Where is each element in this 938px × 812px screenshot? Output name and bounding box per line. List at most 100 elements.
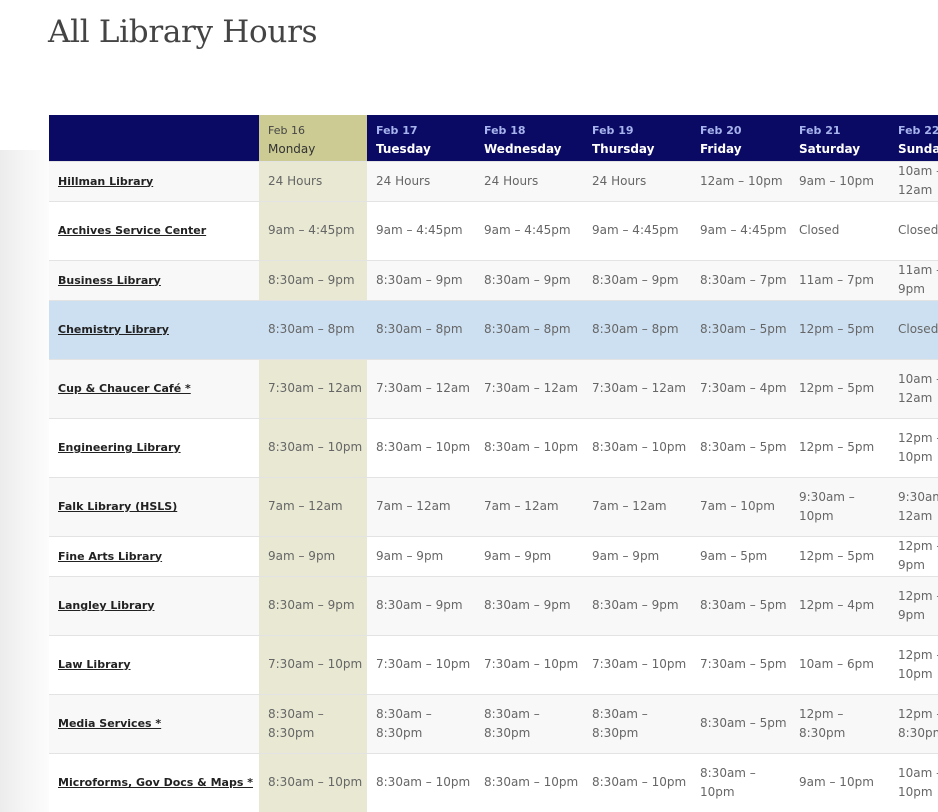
hours-cell: 8:30am – 5pm: [691, 693, 790, 753]
hours-cell: 7:30am – 12am: [259, 358, 367, 418]
hours-cell: 24 Hours: [475, 160, 583, 201]
table-row: Cup & Chaucer Café * 7:30am – 12am 7:30a…: [49, 358, 938, 418]
hours-cell: Closed: [790, 200, 889, 260]
hours-cell: 7am – 12am: [583, 476, 691, 536]
hours-cell: 8:30am – 8pm: [583, 299, 691, 359]
library-link[interactable]: Microforms, Gov Docs & Maps *: [58, 776, 253, 789]
hours-cell: 9:30am – 12am: [889, 476, 938, 536]
hours-cell: 24 Hours: [259, 160, 367, 201]
hours-cell: 8:30am – 10pm: [259, 752, 367, 812]
library-name-cell: Archives Service Center: [49, 200, 259, 260]
header-col-3: Feb 19 Thursday: [583, 115, 691, 161]
header-col-5: Feb 21 Saturday: [790, 115, 889, 161]
library-link[interactable]: Langley Library: [58, 599, 154, 612]
hours-cell: 9am – 9pm: [583, 535, 691, 576]
header-date: Feb 18: [484, 124, 526, 137]
library-name-cell: Engineering Library: [49, 417, 259, 477]
library-link[interactable]: Hillman Library: [58, 175, 153, 188]
hours-cell: 8:30am – 10pm: [583, 417, 691, 477]
hours-cell: 9am – 4:45pm: [583, 200, 691, 260]
hours-cell: 12pm – 9pm: [889, 575, 938, 635]
hours-cell: 9am – 9pm: [367, 535, 475, 576]
library-link[interactable]: Chemistry Library: [58, 323, 169, 336]
hours-cell: 8:30am – 8:30pm: [259, 693, 367, 753]
hours-cell: 7:30am – 10pm: [583, 634, 691, 694]
hours-cell: 8:30am – 8pm: [475, 299, 583, 359]
hours-cell: 8:30am – 10pm: [475, 417, 583, 477]
library-link[interactable]: Business Library: [58, 274, 161, 287]
hours-cell: 12am – 10pm: [691, 160, 790, 201]
hours-cell: 8:30am – 9pm: [367, 259, 475, 300]
library-link[interactable]: Media Services *: [58, 717, 161, 730]
table-row-highlighted: Chemistry Library 8:30am – 8pm 8:30am – …: [49, 299, 938, 359]
header-day: Thursday: [592, 142, 655, 156]
hours-cell: 11am – 9pm: [889, 259, 938, 300]
hours-cell: Closed: [889, 200, 938, 260]
library-hours-table: Feb 16 Monday Feb 17 Tuesday Feb 18 Wednesd…: [49, 115, 938, 812]
header-day: Monday: [268, 142, 316, 156]
hours-cell: 7am – 10pm: [691, 476, 790, 536]
library-name-cell: Hillman Library: [49, 160, 259, 201]
table-row: Media Services * 8:30am – 8:30pm 8:30am …: [49, 693, 938, 753]
hours-cell: 12pm – 8:30pm: [889, 693, 938, 753]
library-name-cell: Microforms, Gov Docs & Maps *: [49, 752, 259, 812]
hours-cell: 12pm – 5pm: [790, 535, 889, 576]
hours-cell: 10am – 10pm: [889, 752, 938, 812]
hours-cell: 8:30am – 8pm: [367, 299, 475, 359]
hours-cell: 12pm – 10pm: [889, 634, 938, 694]
header-date: Feb 17: [376, 124, 418, 137]
header-row: Feb 16 Monday Feb 17 Tuesday Feb 18 Wednesd…: [49, 115, 938, 161]
header-col-6: Feb 22 Sunday: [889, 115, 938, 161]
library-name-cell: Law Library: [49, 634, 259, 694]
page-title: All Library Hours: [48, 14, 318, 50]
hours-cell: 7:30am – 12am: [583, 358, 691, 418]
header-library-column: [49, 115, 259, 161]
hours-cell: 7:30am – 12am: [475, 358, 583, 418]
hours-cell: 8:30am – 9pm: [367, 575, 475, 635]
hours-cell: 12pm – 10pm: [889, 417, 938, 477]
header-day: Sunday: [898, 142, 938, 156]
hours-table-container: Feb 16 Monday Feb 17 Tuesday Feb 18 Wednesd…: [49, 115, 938, 812]
library-name-cell: Falk Library (HSLS): [49, 476, 259, 536]
hours-cell: 8:30am – 10pm: [367, 752, 475, 812]
table-row: Fine Arts Library 9am – 9pm 9am – 9pm 9a…: [49, 535, 938, 576]
hours-cell: 8:30am – 5pm: [691, 417, 790, 477]
hours-cell: 9:30am – 10pm: [790, 476, 889, 536]
hours-cell: 8:30am – 10pm: [367, 417, 475, 477]
hours-cell: 8:30am – 9pm: [475, 575, 583, 635]
hours-cell: 9am – 4:45pm: [259, 200, 367, 260]
hours-cell: 10am – 12am: [889, 160, 938, 201]
table-row: Engineering Library 8:30am – 10pm 8:30am…: [49, 417, 938, 477]
hours-cell: 12pm – 5pm: [790, 417, 889, 477]
header-day: Saturday: [799, 142, 861, 156]
hours-cell: 8:30am – 8:30pm: [367, 693, 475, 753]
library-link[interactable]: Archives Service Center: [58, 224, 206, 237]
hours-cell: 8:30am – 7pm: [691, 259, 790, 300]
hours-cell: 8:30am – 5pm: [691, 575, 790, 635]
header-day: Tuesday: [376, 142, 431, 156]
library-link[interactable]: Cup & Chaucer Café *: [58, 382, 191, 395]
header-col-4: Feb 20 Friday: [691, 115, 790, 161]
table-row: Langley Library 8:30am – 9pm 8:30am – 9p…: [49, 575, 938, 635]
library-link[interactable]: Law Library: [58, 658, 131, 671]
hours-cell: 7:30am – 10pm: [259, 634, 367, 694]
library-name-cell: Chemistry Library: [49, 299, 259, 359]
library-link[interactable]: Falk Library (HSLS): [58, 500, 177, 513]
hours-cell: 9am – 9pm: [259, 535, 367, 576]
hours-cell: 8:30am – 8:30pm: [583, 693, 691, 753]
library-link[interactable]: Engineering Library: [58, 441, 181, 454]
header-date: Feb 16: [268, 124, 305, 137]
table-row: Law Library 7:30am – 10pm 7:30am – 10pm …: [49, 634, 938, 694]
hours-cell: 8:30am – 5pm: [691, 299, 790, 359]
hours-cell: 7:30am – 5pm: [691, 634, 790, 694]
library-link[interactable]: Fine Arts Library: [58, 550, 162, 563]
hours-cell: 9am – 9pm: [475, 535, 583, 576]
hours-cell: 8:30am – 10pm: [583, 752, 691, 812]
hours-cell: 9am – 10pm: [790, 752, 889, 812]
hours-cell: 9am – 4:45pm: [475, 200, 583, 260]
header-day: Wednesday: [484, 142, 562, 156]
hours-cell: 12pm – 8:30pm: [790, 693, 889, 753]
library-name-cell: Cup & Chaucer Café *: [49, 358, 259, 418]
hours-cell: 8:30am – 9pm: [583, 259, 691, 300]
hours-cell: 8:30am – 9pm: [475, 259, 583, 300]
